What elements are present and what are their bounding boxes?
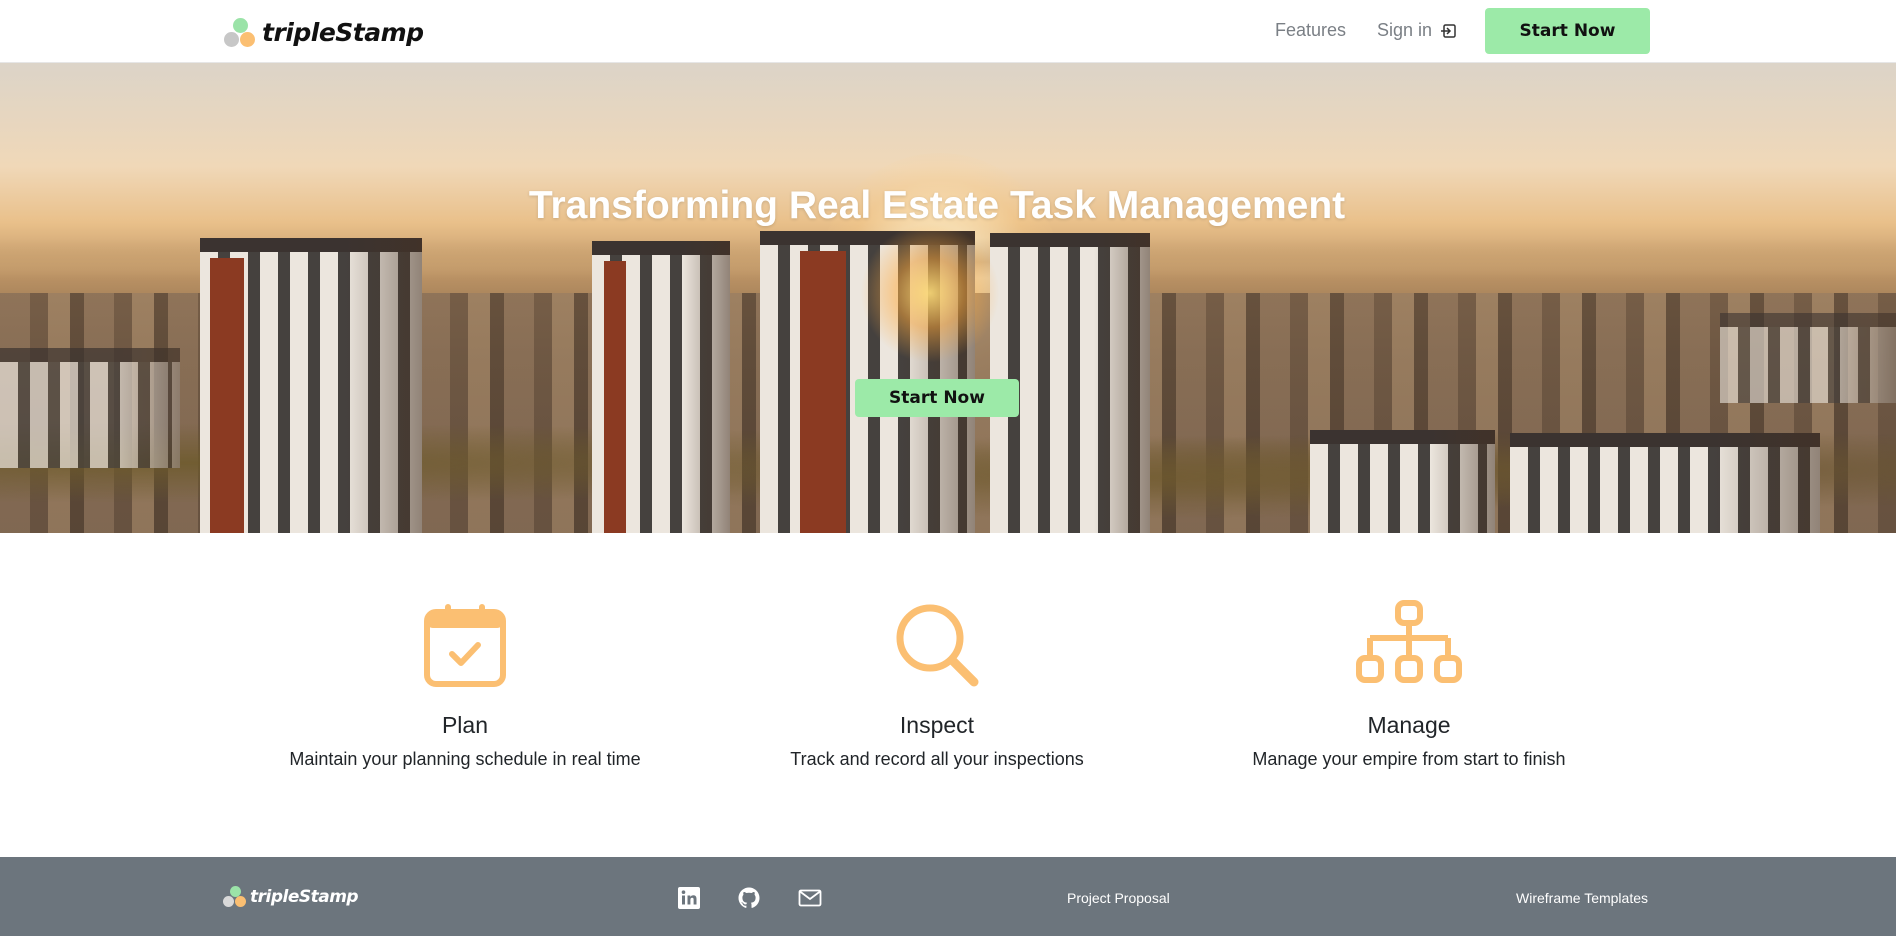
feature-inspect: Inspect Track and record all your inspec…	[727, 600, 1147, 770]
feature-title: Manage	[1367, 712, 1451, 738]
brand-name: tripleStamp	[262, 17, 424, 47]
search-icon	[896, 604, 979, 687]
hero-start-now-button[interactable]: Start Now	[855, 379, 1019, 417]
footer-link-project-proposal[interactable]: Project Proposal	[1067, 890, 1170, 906]
signin-label: Sign in	[1377, 20, 1433, 40]
logo-icon	[222, 886, 248, 908]
feature-plan: Plan Maintain your planning schedule in …	[255, 600, 675, 770]
hero-tower	[200, 238, 422, 533]
feature-description: Manage your empire from start to finish	[1252, 749, 1566, 769]
nav-link-features[interactable]: Features	[1275, 20, 1346, 41]
linkedin-icon[interactable]	[677, 886, 701, 910]
nav-link-signin[interactable]: Sign in	[1377, 20, 1458, 41]
feature-title: Plan	[441, 712, 489, 738]
logo-icon	[222, 16, 258, 48]
footer-brand-name: tripleStamp	[250, 887, 359, 907]
feature-title: Inspect	[899, 712, 975, 738]
hero-title: Transforming Real Estate Task Management	[528, 184, 1346, 227]
brand-logo-link[interactable]: tripleStamp	[222, 15, 424, 49]
sign-in-icon	[1440, 23, 1458, 39]
sitemap-icon	[1356, 600, 1462, 683]
calendar-check-icon	[424, 604, 506, 687]
nav-start-now-button[interactable]: Start Now	[1485, 8, 1650, 54]
footer: tripleStamp Project Proposal Wireframe T…	[0, 857, 1896, 936]
footer-link-wireframe-templates[interactable]: Wireframe Templates	[1516, 890, 1648, 906]
hero-tower	[592, 241, 730, 533]
feature-description: Maintain your planning schedule in real …	[289, 749, 641, 769]
feature-manage: Manage Manage your empire from start to …	[1199, 600, 1619, 770]
hero-banner: Transforming Real Estate Task Management…	[0, 63, 1896, 533]
github-icon[interactable]	[737, 886, 761, 910]
mail-icon[interactable]	[798, 886, 822, 910]
navbar: tripleStamp Features Sign in Start Now	[0, 0, 1896, 63]
footer-brand-link[interactable]: tripleStamp	[222, 886, 359, 908]
feature-description: Track and record all your inspections	[790, 749, 1084, 769]
